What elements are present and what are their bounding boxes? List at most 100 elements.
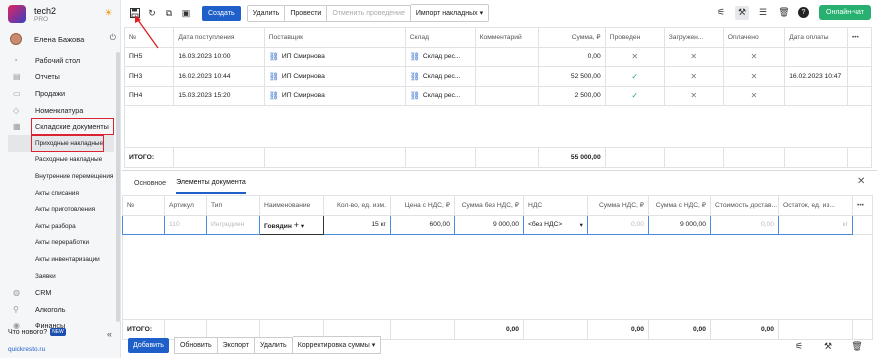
power-icon[interactable]: ⏻ — [110, 33, 116, 43]
sidebar-item[interactable]: Заявки — [0, 268, 118, 285]
cell-supplier[interactable]: ⛓ ИП Смирнова — [263, 66, 406, 87]
export-button[interactable]: Экспорт — [217, 336, 255, 354]
column-header[interactable]: НДС — [523, 195, 588, 216]
help-icon[interactable]: ? — [798, 7, 809, 18]
column-header[interactable]: Стоимость достав... — [710, 195, 779, 216]
create-button[interactable]: Создать — [202, 5, 241, 21]
print-icon[interactable]: ▣ — [179, 6, 193, 20]
column-header[interactable]: Проведен — [604, 27, 665, 48]
sidebar-item[interactable]: Акты переработки — [0, 235, 118, 252]
cell-num[interactable] — [122, 214, 165, 235]
cell-delivery[interactable]: 0,00 — [710, 214, 779, 235]
cell-price[interactable]: 600,00 — [390, 214, 455, 235]
cell-sum-no-vat[interactable]: 9 000,00 — [454, 214, 524, 235]
cell-rest[interactable]: кг — [778, 214, 853, 235]
sidebar-item[interactable]: ◔ Рабочий стол — [0, 52, 118, 69]
site-link[interactable]: quickresto.ru — [8, 346, 45, 353]
trash-icon[interactable]: 🗑 — [777, 6, 791, 20]
column-header[interactable]: Поставщик — [263, 27, 406, 48]
tab-basic[interactable]: Основное — [134, 174, 166, 193]
plus-icon[interactable]: + — [294, 220, 299, 230]
column-header[interactable]: Сумма с НДС, ₽ — [648, 195, 711, 216]
cell-supplier[interactable]: ⛓ ИП Смирнова — [263, 46, 406, 67]
column-header[interactable]: Сумма без НДС, ₽ — [454, 195, 524, 216]
cell-vat[interactable]: <без НДС> ▾ — [523, 214, 588, 235]
column-header[interactable]: Кол-во, ед. изм. — [323, 195, 391, 216]
warehouse-icon: ▦ — [13, 122, 21, 132]
user-profile[interactable]: Елена Бажова ⏻ — [10, 33, 118, 45]
column-header[interactable]: Дата оплаты — [784, 27, 848, 48]
filter-sliders-icon[interactable]: ⚟ — [714, 6, 728, 20]
column-header[interactable]: Склад — [404, 27, 476, 48]
delete-button[interactable]: Удалить — [246, 4, 286, 22]
sidebar-item[interactable]: ▤ Отчеты — [0, 69, 118, 86]
column-header[interactable]: Сумма НДС, ₽ — [587, 195, 649, 216]
cell-warehouse[interactable]: ⛓ Склад рес... — [404, 66, 476, 87]
filter-sliders-icon[interactable]: ⚟ — [792, 339, 806, 353]
column-header[interactable]: Тип — [206, 195, 260, 216]
cell-qty[interactable]: 15 кг — [323, 214, 391, 235]
list-icon[interactable]: ☰ — [756, 6, 770, 20]
column-header[interactable]: Цена с НДС, ₽ — [390, 195, 455, 216]
online-chat-button[interactable]: Онлайн-чат — [819, 5, 871, 20]
column-header[interactable]: Наименование — [259, 195, 324, 216]
whats-new[interactable]: Что нового? NEW — [8, 328, 66, 336]
cell-type[interactable]: Ингредиен — [206, 214, 260, 235]
sidebar-scrollbar[interactable] — [116, 52, 120, 322]
refresh-button[interactable]: Обновить — [173, 336, 218, 354]
theme-sun-icon[interactable]: ☀ — [104, 8, 113, 19]
sidebar-item[interactable]: Акты списания — [0, 185, 118, 202]
table-row[interactable]: ПН5 16.03.2023 10:00 ⛓ ИП Смирнова ⛓ Склад ре… — [123, 46, 873, 67]
column-header[interactable]: № — [122, 195, 165, 216]
cell-warehouse[interactable]: ⛓ Склад рес... — [404, 46, 476, 67]
table-row[interactable]: ПН3 16.02.2023 10:44 ⛓ ИП Смирнова ⛓ Склад ре… — [123, 66, 873, 87]
cell-sum-vat[interactable]: 9 000,00 — [648, 214, 711, 235]
cell-article[interactable]: 110 — [164, 214, 207, 235]
close-icon[interactable]: ✕ — [857, 176, 865, 187]
save-icon[interactable] — [128, 6, 142, 20]
sidebar-item[interactable]: Расходные накладные — [0, 152, 118, 169]
import-dropdown[interactable]: Импорт накладных ▾ — [410, 4, 490, 22]
column-header[interactable]: Оплачено — [722, 27, 786, 48]
sidebar-item[interactable]: Внутренние перемещения — [0, 168, 118, 185]
brand[interactable]: tech2 PRO — [8, 5, 56, 23]
refresh-icon[interactable]: ↻ — [145, 6, 159, 20]
adjust-sum-dropdown[interactable]: Корректировка суммы ▾ — [292, 336, 382, 354]
column-header[interactable]: № — [123, 27, 175, 48]
tools-icon[interactable]: ⚒ — [735, 5, 749, 20]
column-header[interactable]: Сумма, ₽ — [538, 27, 606, 48]
tools-icon[interactable]: ⚒ — [821, 339, 835, 353]
sidebar-item[interactable]: ▦ Складские документы — [13, 118, 114, 135]
sidebar-item[interactable]: ▭ Продажи — [0, 85, 118, 102]
column-header[interactable]: Остаток, ед. из... — [778, 195, 853, 216]
cell-vat-sum[interactable]: 0,00 — [587, 214, 649, 235]
tab-document-items[interactable]: Элементы документа — [176, 173, 246, 194]
more-icon[interactable]: ••• — [852, 195, 873, 216]
post-button[interactable]: Провести — [285, 4, 328, 22]
cell-warehouse[interactable]: ⛓ Склад рес... — [404, 85, 476, 106]
collapse-sidebar-icon[interactable]: « — [107, 329, 112, 339]
copy-icon[interactable]: ⧉ — [162, 6, 176, 20]
add-button[interactable]: Добавить — [128, 337, 169, 353]
sidebar-item[interactable]: ⚲ Алкоголь — [0, 301, 118, 318]
delete-item-button[interactable]: Удалить — [254, 336, 293, 354]
chevron-down-icon[interactable]: ▾ — [301, 223, 304, 230]
trash-icon[interactable]: 🗑 — [850, 339, 864, 353]
table-row[interactable]: ПН4 15.03.2023 15:20 ⛓ ИП Смирнова ⛓ Склад ре… — [123, 85, 873, 106]
sidebar-item[interactable]: Акты разбора — [0, 218, 118, 235]
table-row[interactable]: 110 Ингредиен Говядин + ▾ 15 кг 600,00 9… — [122, 214, 873, 235]
sidebar-item[interactable]: ◇ Номенклатура — [0, 102, 118, 119]
column-header[interactable]: Загружен... — [663, 27, 724, 48]
chevron-down-icon[interactable]: ▾ — [580, 221, 583, 229]
column-header[interactable]: Комментарий — [474, 27, 540, 48]
sidebar-item[interactable]: Приходные накладные — [8, 134, 114, 152]
more-icon[interactable]: ••• — [846, 27, 873, 48]
sidebar-item[interactable]: ◍ CRM — [0, 284, 118, 301]
cell-name[interactable]: Говядин + ▾ — [259, 214, 324, 235]
column-header[interactable]: Артикул — [164, 195, 207, 216]
sidebar-item[interactable]: Акты инвентаризации — [0, 251, 118, 268]
column-header[interactable]: Дата поступления — [173, 27, 265, 48]
sidebar-item[interactable]: Акты приготовления — [0, 201, 118, 218]
unpost-button[interactable]: Отменить проведение — [327, 4, 411, 22]
cell-supplier[interactable]: ⛓ ИП Смирнова — [263, 85, 406, 106]
